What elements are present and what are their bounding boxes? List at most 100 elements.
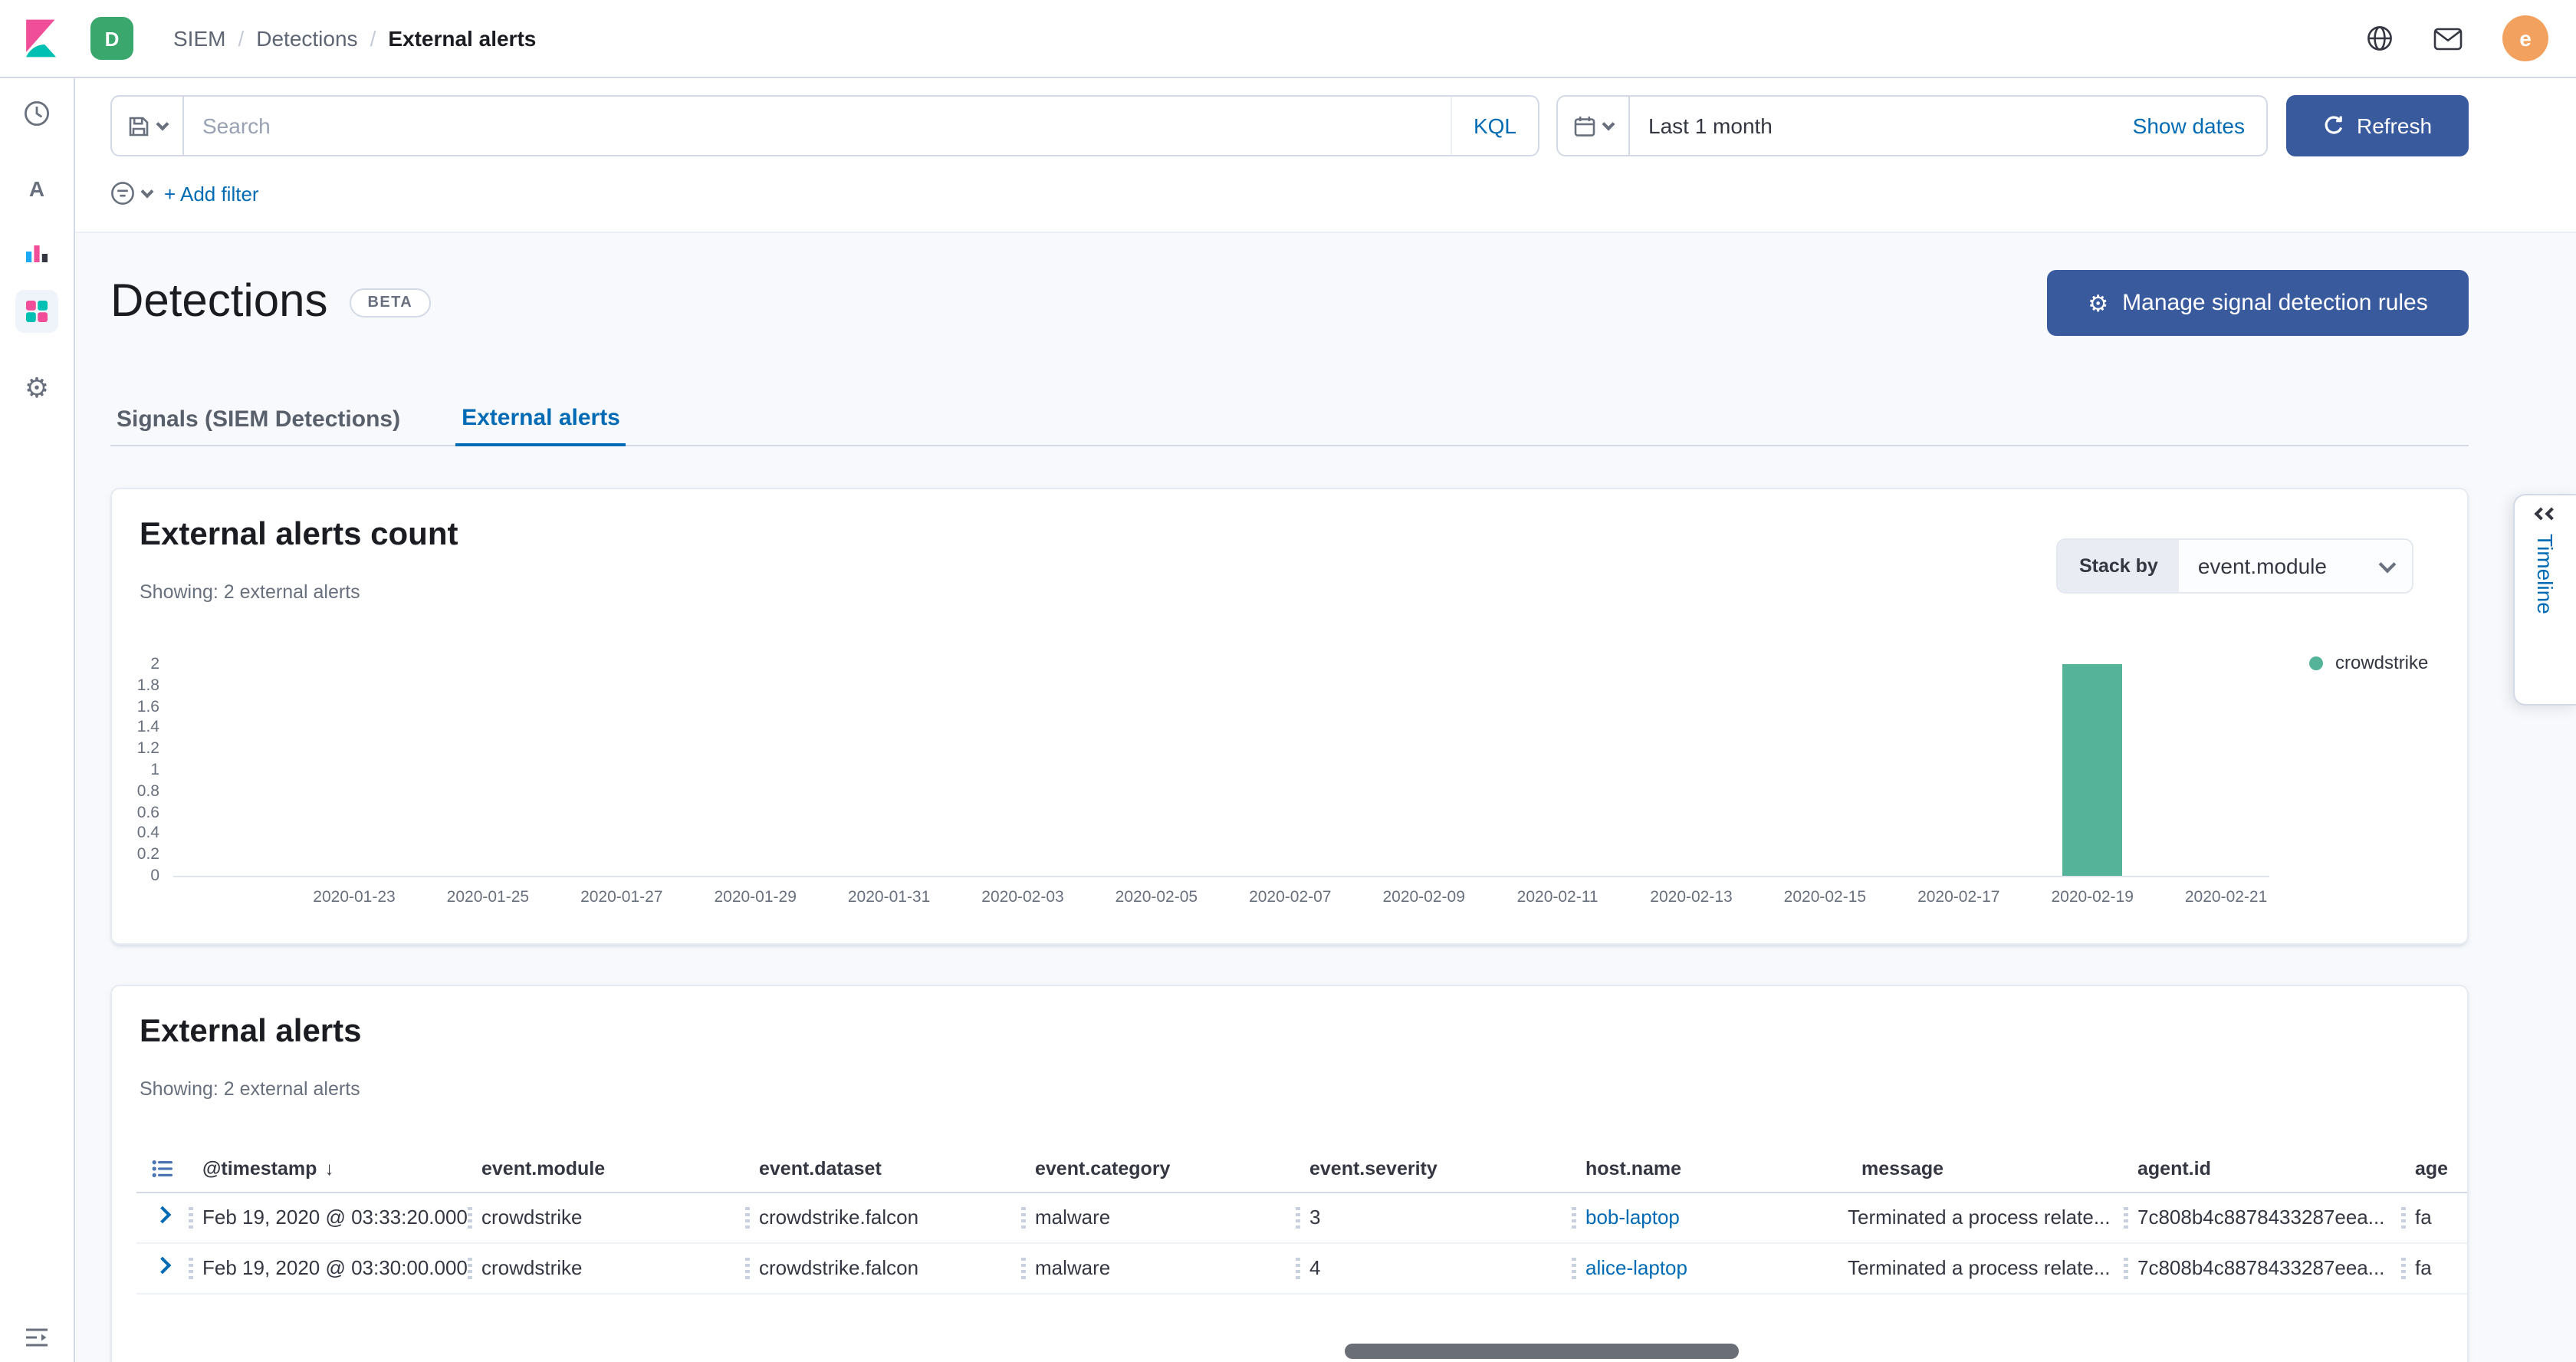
showing-count-label: Showing: 2 external alerts (140, 1078, 360, 1100)
column-header-event-category[interactable]: event.category (1021, 1158, 1296, 1179)
column-header-host-name[interactable]: host.name (1572, 1158, 1848, 1179)
cell-agent-id: 7c808b4c8878433287eea... (2137, 1206, 2384, 1229)
cell-agent-id: 7c808b4c8878433287eea... (2137, 1256, 2384, 1279)
chevron-right-icon (154, 1206, 172, 1224)
drag-handle-icon[interactable] (745, 1206, 750, 1228)
refresh-button[interactable]: Refresh (2286, 95, 2469, 156)
drag-handle-icon[interactable] (468, 1257, 472, 1278)
x-axis-tick-label: 2020-02-09 (1356, 888, 1491, 906)
drag-handle-icon[interactable] (2401, 1257, 2406, 1278)
user-avatar[interactable]: e (2502, 15, 2548, 61)
kibana-logo-icon[interactable] (20, 18, 60, 58)
cell-age: fa (2415, 1256, 2432, 1279)
column-header-age[interactable]: age (2401, 1158, 2469, 1179)
x-axis-tick-label: 2020-02-19 (2025, 888, 2160, 906)
y-axis-tick-label: 0.4 (112, 824, 159, 843)
drag-handle-icon[interactable] (1021, 1206, 1026, 1228)
column-header-agent-id[interactable]: agent.id (2124, 1158, 2401, 1179)
table-row: Feb 19, 2020 @ 03:30:00.000 crowdstrike … (136, 1242, 2467, 1295)
date-picker: Last 1 month Show dates (1556, 95, 2268, 156)
column-header-event-severity[interactable]: event.severity (1296, 1158, 1572, 1179)
chevron-down-icon (141, 185, 154, 198)
save-icon (127, 114, 150, 137)
cell-host-name-link[interactable]: alice-laptop (1585, 1256, 1687, 1279)
manage-signal-detection-rules-button[interactable]: ⚙ Manage signal detection rules (2047, 270, 2469, 336)
recently-viewed-icon[interactable] (0, 92, 74, 135)
drag-handle-icon[interactable] (1021, 1257, 1026, 1278)
tab-external-alerts[interactable]: External alerts (455, 393, 626, 446)
y-axis-tick-label: 1.6 (112, 697, 159, 716)
drag-handle-icon[interactable] (189, 1206, 193, 1228)
customize-columns-icon[interactable] (136, 1160, 189, 1178)
visualize-app-icon[interactable] (0, 230, 74, 273)
cell-event-dataset: crowdstrike.falcon (759, 1256, 918, 1279)
external-alerts-table-panel: External alerts Showing: 2 external aler… (110, 985, 2469, 1362)
expand-row-button[interactable] (136, 1213, 189, 1221)
drag-handle-icon[interactable] (468, 1206, 472, 1228)
breadcrumb-detections[interactable]: Detections (256, 26, 376, 51)
search-input[interactable] (184, 97, 1451, 155)
y-axis-tick-label: 0.8 (112, 782, 159, 801)
drag-handle-icon[interactable] (1296, 1206, 1300, 1228)
column-header-event-module[interactable]: event.module (468, 1158, 745, 1179)
cell-event-module: crowdstrike (481, 1206, 583, 1229)
management-gear-icon[interactable]: ⚙ (0, 367, 74, 410)
y-axis-tick-label: 1.8 (112, 676, 159, 695)
x-axis-tick-label: 2020-01-23 (287, 888, 422, 906)
header-actions: e (2366, 15, 2576, 61)
x-axis-tick-label: 2020-02-07 (1223, 888, 1358, 906)
kql-toggle-button[interactable]: KQL (1451, 97, 1538, 155)
time-range-value[interactable]: Last 1 month (1630, 97, 1791, 155)
drag-handle-icon[interactable] (1572, 1206, 1576, 1228)
cell-event-category: malware (1035, 1206, 1110, 1229)
cell-host-name-link[interactable]: bob-laptop (1585, 1206, 1680, 1229)
drag-handle-icon[interactable] (2124, 1257, 2128, 1278)
quick-select-calendar-button[interactable] (1558, 97, 1630, 155)
table-row: Feb 19, 2020 @ 03:33:20.000 crowdstrike … (136, 1192, 2467, 1244)
beta-badge: BETA (350, 288, 432, 317)
space-badge[interactable]: D (90, 17, 133, 60)
y-axis-tick-label: 1.4 (112, 719, 159, 737)
horizontal-scrollbar-thumb[interactable] (1345, 1344, 1739, 1359)
newsfeed-icon[interactable] (2433, 27, 2463, 50)
drag-handle-icon[interactable] (1296, 1257, 1300, 1278)
top-header: D SIEM Detections External alerts e (0, 0, 2576, 78)
chart-legend: crowdstrike (2309, 652, 2428, 673)
dock-navigation-icon[interactable] (0, 1316, 74, 1359)
cell-timestamp: Feb 19, 2020 @ 03:30:00.000 (202, 1256, 468, 1279)
column-header-timestamp[interactable]: @timestamp ↓ (189, 1158, 468, 1179)
breadcrumb-siem[interactable]: SIEM (173, 26, 244, 51)
column-header-message[interactable]: message (1848, 1158, 2124, 1179)
siem-app-icon[interactable] (15, 290, 58, 333)
y-axis-tick-label: 0.6 (112, 803, 159, 821)
drag-handle-icon[interactable] (189, 1257, 193, 1278)
x-axis-tick-label: 2020-02-05 (1089, 888, 1224, 906)
add-filter-button[interactable]: + Add filter (164, 182, 259, 205)
breadcrumb-current: External alerts (388, 26, 536, 51)
cell-event-dataset: crowdstrike.falcon (759, 1206, 918, 1229)
filter-options-icon[interactable] (110, 181, 152, 206)
query-bar-section: KQL Last 1 month Show dates (74, 78, 2576, 233)
timeline-flyout-button[interactable]: Timeline (2513, 494, 2576, 706)
page-title: Detections (110, 273, 328, 331)
left-nav-sidebar: A ⚙ (0, 78, 75, 1362)
chart-x-axis (173, 876, 2269, 877)
refresh-icon (2323, 115, 2344, 137)
drag-handle-icon[interactable] (2401, 1206, 2406, 1228)
drag-handle-icon[interactable] (745, 1257, 750, 1278)
chevron-down-icon (1602, 117, 1615, 130)
saved-query-menu-button[interactable] (112, 97, 184, 155)
search-bar: KQL (110, 95, 1539, 156)
expand-row-button[interactable] (136, 1264, 189, 1272)
tab-signals[interactable]: Signals (SIEM Detections) (110, 393, 406, 445)
drag-handle-icon[interactable] (2124, 1206, 2128, 1228)
show-dates-button[interactable]: Show dates (2111, 97, 2266, 155)
help-icon[interactable] (2366, 25, 2394, 52)
column-header-event-dataset[interactable]: event.dataset (745, 1158, 1021, 1179)
main-content: KQL Last 1 month Show dates (74, 78, 2576, 1362)
chevron-down-icon (156, 117, 169, 130)
drag-handle-icon[interactable] (1572, 1257, 1576, 1278)
sidebar-app-a[interactable]: A (0, 167, 74, 210)
x-axis-tick-label: 2020-02-03 (955, 888, 1090, 906)
alerts-count-chart: 00.20.40.60.811.21.41.61.822020-01-23202… (112, 489, 2467, 943)
